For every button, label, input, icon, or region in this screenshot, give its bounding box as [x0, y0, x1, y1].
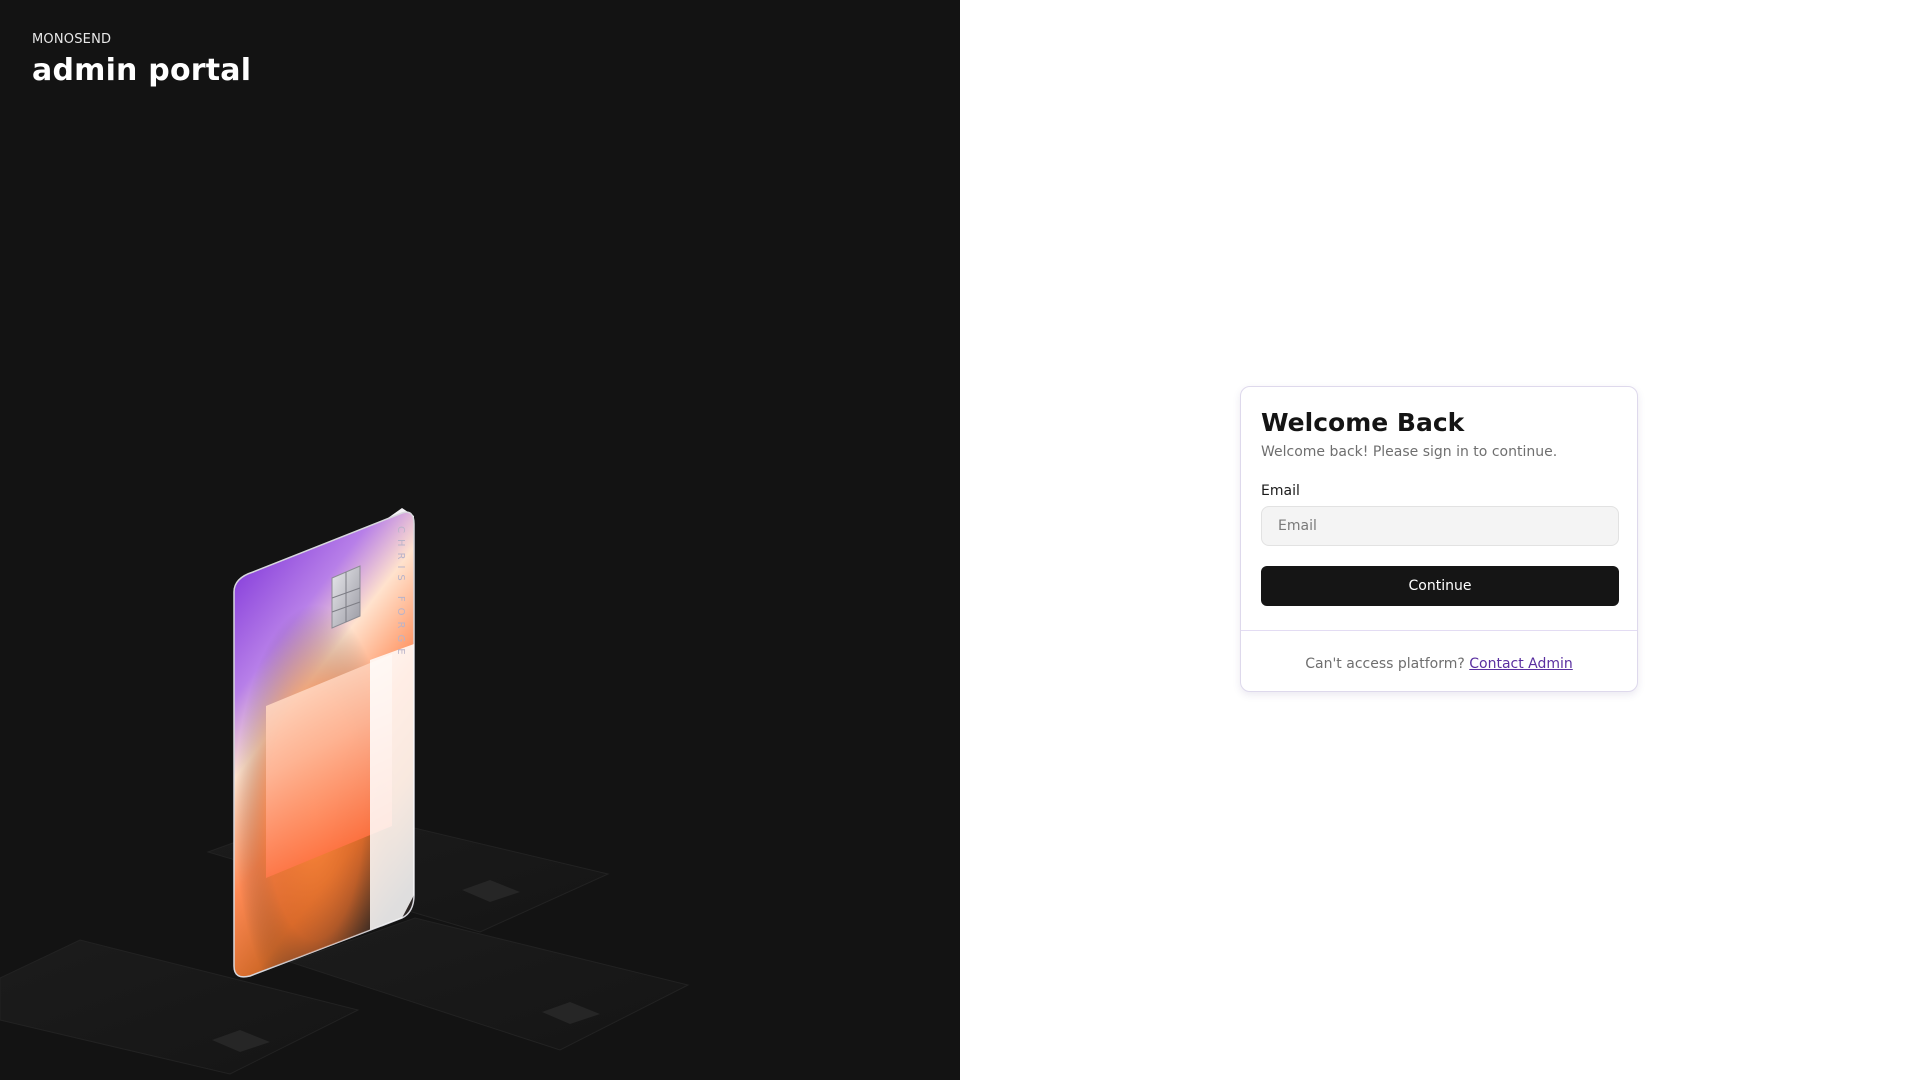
card-holder-name: CHRIS FORGE — [395, 526, 406, 661]
email-input[interactable] — [1261, 506, 1619, 546]
login-title: Welcome Back — [1261, 408, 1465, 437]
continue-button[interactable]: Continue — [1261, 566, 1619, 606]
contact-admin-link[interactable]: Contact Admin — [1469, 656, 1573, 672]
login-card: Welcome Back Welcome back! Please sign i… — [1240, 386, 1638, 692]
login-panel: Welcome Back Welcome back! Please sign i… — [960, 0, 1920, 1080]
brand-panel: MONOSEND admin portal CHRIS FORGE — [0, 0, 960, 1080]
footer-text: Can't access platform? — [1305, 656, 1465, 672]
login-form: Welcome Back Welcome back! Please sign i… — [1241, 387, 1637, 630]
login-subtitle: Welcome back! Please sign in to continue… — [1261, 444, 1558, 460]
card-illustration: CHRIS FORGE — [0, 508, 690, 1075]
payment-card: CHRIS FORGE — [233, 511, 415, 978]
login-footer: Can't access platform? Contact Admin — [1241, 631, 1637, 672]
login-page: MONOSEND admin portal CHRIS FORGE Welcom… — [0, 0, 1920, 1080]
email-label: Email — [1261, 483, 1300, 499]
